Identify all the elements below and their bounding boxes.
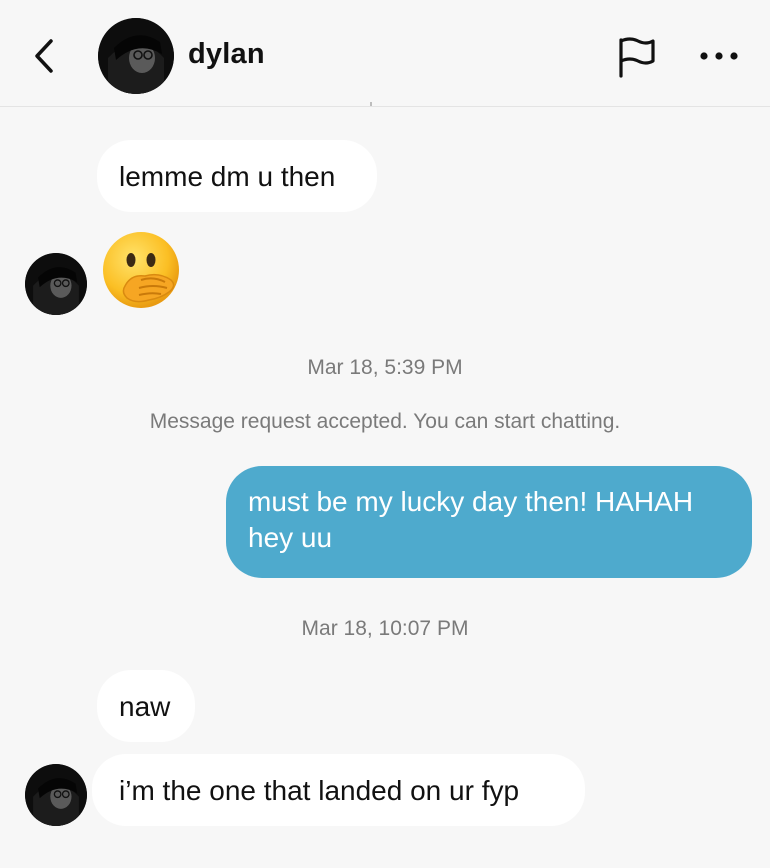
- incoming-message[interactable]: i’m the one that landed on ur fyp: [92, 754, 585, 826]
- incoming-message[interactable]: naw: [97, 670, 195, 742]
- avatar[interactable]: [98, 18, 174, 94]
- timestamp: Mar 18, 10:07 PM: [301, 617, 469, 640]
- timestamp: Mar 18, 5:39 PM: [307, 356, 463, 379]
- system-notice: Message request accepted. You can start …: [149, 410, 621, 433]
- avatar[interactable]: [25, 764, 87, 826]
- more-options-button[interactable]: [694, 34, 744, 78]
- avatar[interactable]: [25, 253, 87, 315]
- emoji-message[interactable]: [101, 228, 185, 314]
- report-button[interactable]: [614, 34, 660, 78]
- outgoing-message[interactable]: must be my lucky day then! HAHAH hey uu: [226, 466, 752, 578]
- avatar-image: [25, 253, 87, 315]
- avatar-image: [25, 764, 87, 826]
- contact-name[interactable]: dylan: [188, 38, 265, 71]
- back-button[interactable]: [24, 34, 64, 78]
- more-icon: [700, 52, 738, 60]
- incoming-message[interactable]: lemme dm u then: [97, 140, 377, 212]
- chat-header: dylan: [0, 0, 770, 107]
- flag-icon: [619, 37, 655, 78]
- scroll-indicator: [370, 102, 372, 106]
- chevron-left-icon: [35, 39, 53, 73]
- avatar-image: [98, 18, 174, 94]
- face-with-hand-over-mouth-icon: [103, 232, 179, 308]
